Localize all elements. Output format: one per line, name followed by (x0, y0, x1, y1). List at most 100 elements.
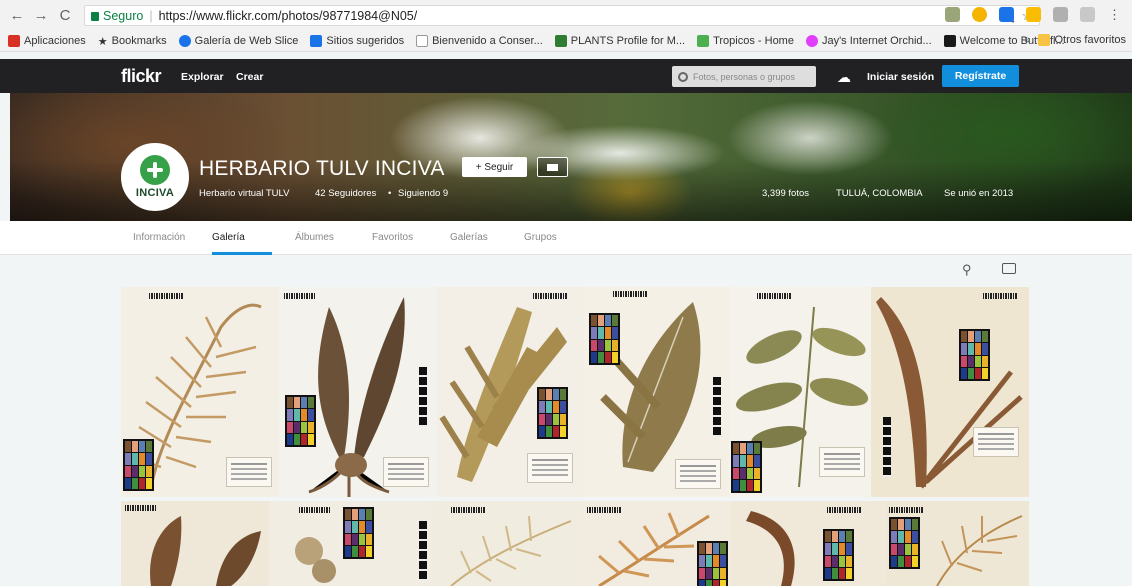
extension-icon[interactable] (1026, 7, 1041, 22)
search-input[interactable]: Fotos, personas o grupos (672, 66, 816, 87)
tab-grupos[interactable]: Grupos (524, 232, 557, 243)
tropicos-icon (697, 34, 710, 47)
specimen-label (819, 447, 865, 477)
gallery-photo[interactable] (579, 501, 731, 586)
gallery-photo[interactable] (279, 287, 437, 497)
color-card (697, 541, 728, 586)
nav-explore[interactable]: Explorar (181, 71, 224, 83)
long-leaf-specimen (876, 297, 1023, 489)
profile-name: HERBARIO TULV INCIVA (199, 157, 445, 180)
web-slice-icon (178, 34, 191, 47)
tab-favoritos[interactable]: Favoritos (372, 232, 413, 243)
specimen-label (527, 453, 573, 483)
gallery-photo[interactable] (871, 287, 1029, 497)
bookmark-label: PLANTS Profile for M... (570, 34, 686, 47)
color-card (343, 507, 374, 559)
extension-icon[interactable] (945, 7, 960, 22)
specimen-label (226, 457, 272, 487)
extension-icon[interactable] (1053, 7, 1068, 22)
bookmarks-overflow: » Otros favoritos (1024, 34, 1126, 46)
login-link[interactable]: Iniciar sesión (867, 71, 934, 83)
gallery-photo[interactable] (121, 287, 279, 497)
extension-icon[interactable] (1080, 7, 1095, 22)
tab-galerias[interactable]: Galerías (450, 232, 488, 243)
mail-button[interactable] (537, 157, 568, 177)
gallery-photo[interactable] (729, 287, 871, 497)
address-bar[interactable]: Seguro | https://www.flickr.com/photos/9… (84, 5, 1040, 26)
butterfly-icon (943, 34, 956, 47)
tab-informacion[interactable]: Información (133, 232, 185, 243)
flickr-logo[interactable]: flickr (121, 66, 162, 87)
bookmark-item[interactable]: Tropicos - Home (697, 34, 794, 47)
gallery-photo[interactable] (121, 501, 269, 586)
bookmark-item[interactable]: Galería de Web Slice (178, 34, 298, 47)
apps-icon (8, 34, 20, 47)
bookmark-label: Sitios sugeridos (326, 34, 405, 47)
upload-cloud-icon[interactable]: ☁ (837, 69, 851, 86)
gallery-photo[interactable] (583, 287, 729, 497)
bookmark-item[interactable]: Bienvenido a Conser... (416, 34, 543, 47)
browser-toolbar: ← → C Seguro | https://www.flickr.com/ph… (0, 0, 1132, 30)
active-tab-indicator (212, 252, 272, 255)
color-card (285, 395, 316, 447)
slideshow-icon[interactable] (1002, 263, 1016, 274)
gallery-photo[interactable] (269, 501, 431, 586)
other-bookmarks-label: Otros favoritos (1054, 34, 1126, 46)
menu-icon[interactable]: ⋮ (1107, 7, 1122, 22)
gallery-search-icon[interactable]: ⚲ (962, 262, 972, 278)
leaf-specimen (150, 516, 261, 586)
tab-albumes[interactable]: Álbumes (295, 232, 334, 243)
extension-icons: ⋮ (945, 7, 1122, 22)
specimen-label (675, 459, 721, 489)
nav-create[interactable]: Crear (236, 71, 263, 83)
forward-icon[interactable]: → (32, 6, 50, 24)
search-placeholder: Fotos, personas o grupos (693, 71, 796, 82)
scale-ruler (419, 521, 427, 581)
gallery-photo[interactable] (437, 287, 583, 497)
folder-icon (1038, 34, 1051, 46)
bookmark-item[interactable]: Aplicaciones (8, 34, 86, 47)
profile-subtitle: Herbario virtual TULV (199, 188, 290, 199)
color-card (889, 517, 920, 569)
lock-icon (91, 12, 99, 21)
bookmark-label: Jay's Internet Orchid... (821, 34, 932, 47)
address-separator: | (149, 8, 153, 23)
follow-button[interactable]: + Seguir (462, 157, 527, 177)
register-button[interactable]: Regístrate (942, 65, 1019, 87)
bookmark-item[interactable]: PLANTS Profile for M... (554, 34, 686, 47)
color-card (537, 387, 568, 439)
bookmark-item[interactable]: Sitios sugeridos (310, 34, 405, 47)
joined-date: Se unió en 2013 (944, 188, 1014, 199)
gallery-photo[interactable] (731, 501, 887, 586)
followers-link[interactable]: 42 Seguidores (315, 188, 376, 199)
gallery-photo[interactable] (431, 501, 579, 586)
scale-ruler (713, 377, 721, 437)
search-icon (678, 71, 688, 82)
url-text[interactable]: https://www.flickr.com/photos/98771984@N… (159, 9, 418, 23)
page-icon (416, 34, 429, 47)
tab-galeria[interactable]: Galería (212, 232, 245, 243)
more-bookmarks-button[interactable]: » (1024, 34, 1030, 46)
bookmarks-bar: Aplicaciones ★ Bookmarks Galería de Web S… (0, 30, 1132, 52)
extension-icon[interactable] (999, 7, 1014, 22)
suggested-sites-icon (310, 34, 323, 47)
profile-tabs: Información Galería Álbumes Favoritos Ga… (0, 221, 1132, 255)
scale-ruler (883, 417, 891, 477)
specimen-label (973, 427, 1019, 457)
star-icon: ★ (97, 35, 108, 48)
avatar[interactable]: INCIVA (121, 143, 189, 211)
bullet-separator: • (388, 188, 392, 199)
specimen-label (383, 457, 429, 487)
bookmark-label: Bienvenido a Conser... (432, 34, 543, 47)
reload-icon[interactable]: C (56, 6, 74, 24)
secure-indicator[interactable]: Seguro (91, 9, 143, 23)
following-link[interactable]: Siguiendo 9 (398, 188, 448, 199)
back-icon[interactable]: ← (8, 6, 26, 24)
bookmark-item[interactable]: Jay's Internet Orchid... (805, 34, 932, 47)
gallery-photo[interactable] (887, 501, 1029, 586)
bookmark-label: Bookmarks (111, 34, 167, 47)
extension-icon[interactable] (972, 7, 987, 22)
other-bookmarks[interactable]: Otros favoritos (1038, 34, 1126, 46)
bookmark-item[interactable]: ★ Bookmarks (97, 34, 167, 48)
fern-specimen (450, 515, 572, 586)
